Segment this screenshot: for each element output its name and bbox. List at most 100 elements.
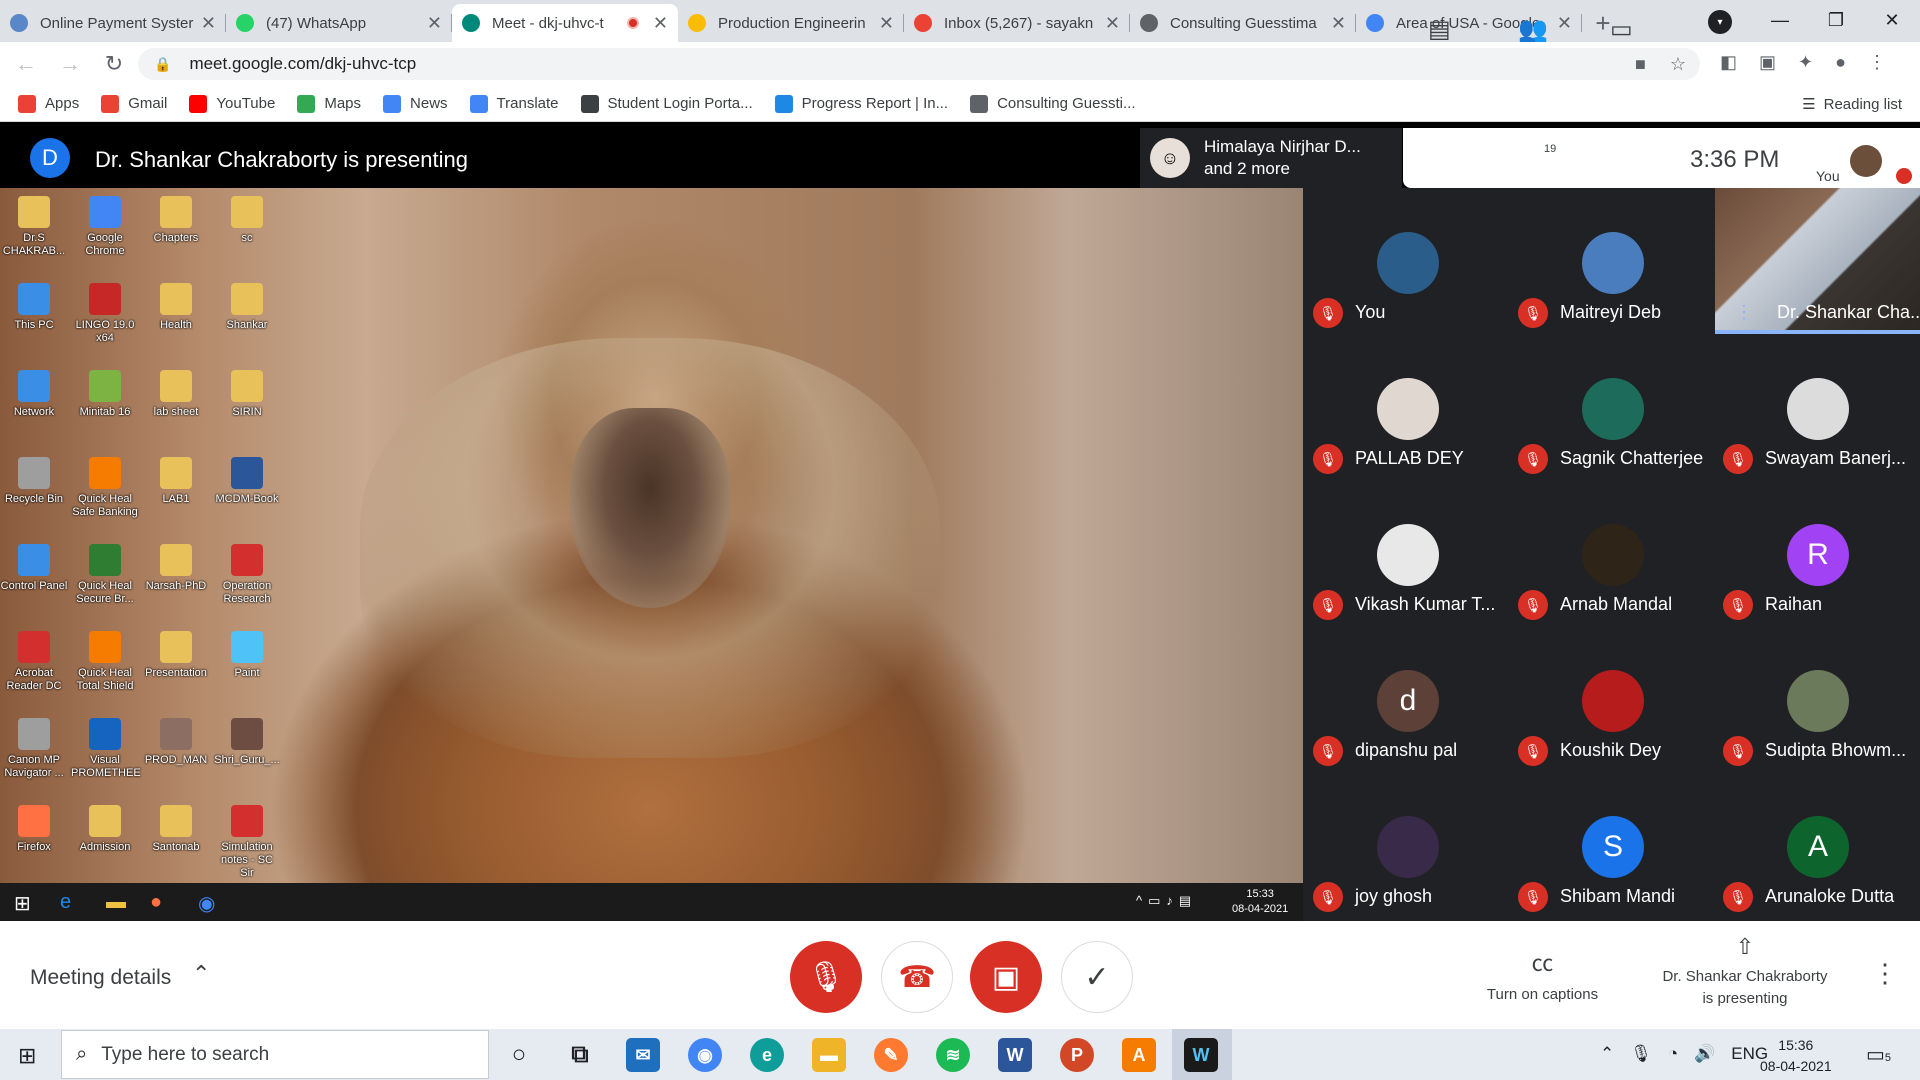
- captions-button[interactable]: ㏄ Turn on captions: [1470, 946, 1615, 1003]
- word-icon[interactable]: W: [998, 1038, 1032, 1072]
- close-tab-icon[interactable]: ✕: [201, 13, 216, 34]
- reload-icon[interactable]: ↻: [96, 51, 132, 77]
- browser-tab[interactable]: Inbox (5,267) - sayakn ✕: [904, 4, 1130, 42]
- browser-tab[interactable]: Consulting Guesstima ✕: [1130, 4, 1356, 42]
- browser-tab[interactable]: Production Engineerin ✕: [678, 4, 904, 42]
- people-icon[interactable]: 👥: [1518, 15, 1548, 44]
- close-tab-icon[interactable]: ✕: [1557, 13, 1572, 34]
- tab-search-icon[interactable]: ▾: [1708, 10, 1732, 34]
- bookmark-item[interactable]: Translate: [469, 94, 559, 113]
- desktop-icon: Operation Research: [213, 544, 281, 606]
- taskbar-search-input[interactable]: ⌕ Type here to search: [61, 1030, 489, 1079]
- desktop-icon: Health: [142, 283, 210, 332]
- file-explorer-icon[interactable]: ▬: [812, 1038, 846, 1072]
- taskbar-clock[interactable]: 15:36 08-04-2021: [1760, 1035, 1832, 1077]
- maximize-icon[interactable]: ❐: [1808, 10, 1864, 31]
- browser-tab[interactable]: Area of USA - Google ✕: [1356, 4, 1582, 42]
- bookmark-item[interactable]: Consulting Guessti...: [970, 94, 1136, 113]
- bookmark-item[interactable]: Progress Report | In...: [774, 94, 948, 113]
- chat-icon[interactable]: ▭: [1610, 15, 1633, 44]
- puzzle-icon[interactable]: ✦: [1798, 52, 1813, 73]
- bookmark-item[interactable]: Maps: [297, 94, 361, 113]
- chevron-up-icon[interactable]: ⌃: [192, 961, 210, 987]
- app-icon[interactable]: A: [1122, 1038, 1156, 1072]
- camera-toggle-button[interactable]: ▣: [970, 941, 1042, 1013]
- participant-tile[interactable]: 🎙 Arnab Mandal: [1510, 480, 1715, 626]
- powerpoint-icon[interactable]: P: [1060, 1038, 1094, 1072]
- edge-icon[interactable]: e: [750, 1038, 784, 1072]
- close-tab-icon[interactable]: ✕: [1331, 13, 1346, 34]
- self-avatar[interactable]: [1850, 145, 1882, 177]
- camera-icon[interactable]: ■: [1635, 54, 1646, 75]
- close-tab-icon[interactable]: ✕: [427, 13, 442, 34]
- bookmark-label: Apps: [45, 95, 80, 112]
- avatar[interactable]: ●: [1835, 52, 1846, 73]
- chevron-up-icon[interactable]: ⌃: [1600, 1044, 1614, 1064]
- participant-tile[interactable]: 🎙 Vikash Kumar T...: [1305, 480, 1510, 626]
- desktop-app-icon: [160, 283, 192, 315]
- participant-tile[interactable]: ⋮ Dr. Shankar Cha...: [1715, 188, 1920, 334]
- mic-off-icon: 🎙: [1518, 882, 1548, 912]
- microphone-icon[interactable]: 🎙: [1630, 1044, 1652, 1064]
- close-window-icon[interactable]: ✕: [1864, 10, 1920, 31]
- extension-icon[interactable]: ◧: [1720, 52, 1737, 73]
- leave-call-button[interactable]: ☎: [881, 941, 953, 1013]
- raise-hand-button[interactable]: ✓: [1061, 941, 1133, 1013]
- volume-icon[interactable]: 🔊: [1694, 1044, 1715, 1064]
- bookmark-item[interactable]: YouTube: [189, 94, 275, 113]
- participant-tile[interactable]: 🎙 Swayam Banerj...: [1715, 334, 1920, 480]
- back-icon[interactable]: ←: [8, 51, 44, 77]
- cortana-icon[interactable]: ○: [502, 1038, 536, 1072]
- bookmark-item[interactable]: News: [383, 94, 448, 113]
- participant-tile[interactable]: d 🎙 dipanshu pal: [1305, 626, 1510, 772]
- desktop-icon-label: Presentation: [145, 667, 207, 679]
- mail-icon[interactable]: ✉: [626, 1038, 660, 1072]
- browser-tab[interactable]: Meet - dkj-uhvc-t ✕: [452, 4, 678, 42]
- minimize-icon[interactable]: —: [1752, 10, 1808, 31]
- participant-tile[interactable]: 🎙 Sagnik Chatterjee: [1510, 334, 1715, 480]
- close-tab-icon[interactable]: ✕: [1105, 13, 1120, 34]
- participant-tile[interactable]: 🎙 Koushik Dey: [1510, 626, 1715, 772]
- participant-tile[interactable]: 🎙 Maitreyi Deb: [1510, 188, 1715, 334]
- participant-tile[interactable]: S 🎙 Shibam Mandi: [1510, 772, 1715, 918]
- bookmark-item[interactable]: Student Login Porta...: [580, 94, 753, 113]
- participant-tile[interactable]: R 🎙 Raihan: [1715, 480, 1920, 626]
- chrome-icon[interactable]: ◉: [688, 1038, 722, 1072]
- desktop-icon: lab sheet: [142, 370, 210, 419]
- active-speaker-chip[interactable]: ☺ Himalaya Nirjhar D... and 2 more: [1140, 128, 1402, 188]
- meeting-details-button[interactable]: Meeting details: [30, 966, 171, 990]
- participant-tile[interactable]: A 🎙 Arunaloke Dutta: [1715, 772, 1920, 918]
- spotify-icon[interactable]: ≋: [936, 1038, 970, 1072]
- presenting-label-line2: is presenting: [1702, 990, 1788, 1007]
- close-tab-icon[interactable]: ✕: [879, 13, 894, 34]
- address-bar[interactable]: 🔒 meet.google.com/dkj-uhvc-tcp ■ ☆: [138, 48, 1700, 80]
- extension-icon[interactable]: ▣: [1759, 52, 1776, 73]
- bookmark-item[interactable]: Apps: [18, 94, 80, 113]
- participant-tile[interactable]: 🎙 Sudipta Bhowm...: [1715, 626, 1920, 772]
- participant-tile[interactable]: 🎙 You: [1305, 188, 1510, 334]
- windows-start-icon[interactable]: ⊞: [18, 1043, 36, 1069]
- whiteboard-icon[interactable]: ▤: [1428, 15, 1451, 44]
- bookmark-item[interactable]: Gmail: [101, 94, 167, 113]
- participant-tile[interactable]: 🎙 PALLAB DEY: [1305, 334, 1510, 480]
- app-icon[interactable]: W: [1184, 1038, 1218, 1072]
- reading-list-button[interactable]: ☰ Reading list: [1802, 95, 1902, 114]
- network-icon[interactable]: ◔: [1668, 1044, 1678, 1064]
- app-icon[interactable]: ✎: [874, 1038, 908, 1072]
- more-options-icon[interactable]: ⋮: [1872, 958, 1898, 989]
- desktop-icon: Quick Heal Total Shield: [71, 631, 139, 693]
- browser-tab[interactable]: (47) WhatsApp ✕: [226, 4, 452, 42]
- browser-tab[interactable]: Online Payment Syster ✕: [0, 4, 226, 42]
- lock-icon[interactable]: 🔒: [154, 56, 171, 73]
- mic-toggle-button[interactable]: 🎙: [790, 941, 862, 1013]
- forward-icon[interactable]: →: [52, 51, 88, 77]
- presenting-button[interactable]: ⇧ Dr. Shankar Chakraborty is presenting: [1640, 936, 1850, 1010]
- close-tab-icon[interactable]: ✕: [653, 13, 668, 34]
- notification-icon[interactable]: ▭5: [1866, 1042, 1891, 1067]
- menu-icon[interactable]: ⋮: [1868, 52, 1886, 73]
- bookmark-star-icon[interactable]: ☆: [1670, 54, 1686, 75]
- desktop-app-icon: [89, 544, 121, 576]
- meeting-clock: 3:36 PM: [1690, 146, 1780, 173]
- task-view-icon[interactable]: ⧉: [563, 1038, 597, 1072]
- participant-tile[interactable]: 🎙 joy ghosh: [1305, 772, 1510, 918]
